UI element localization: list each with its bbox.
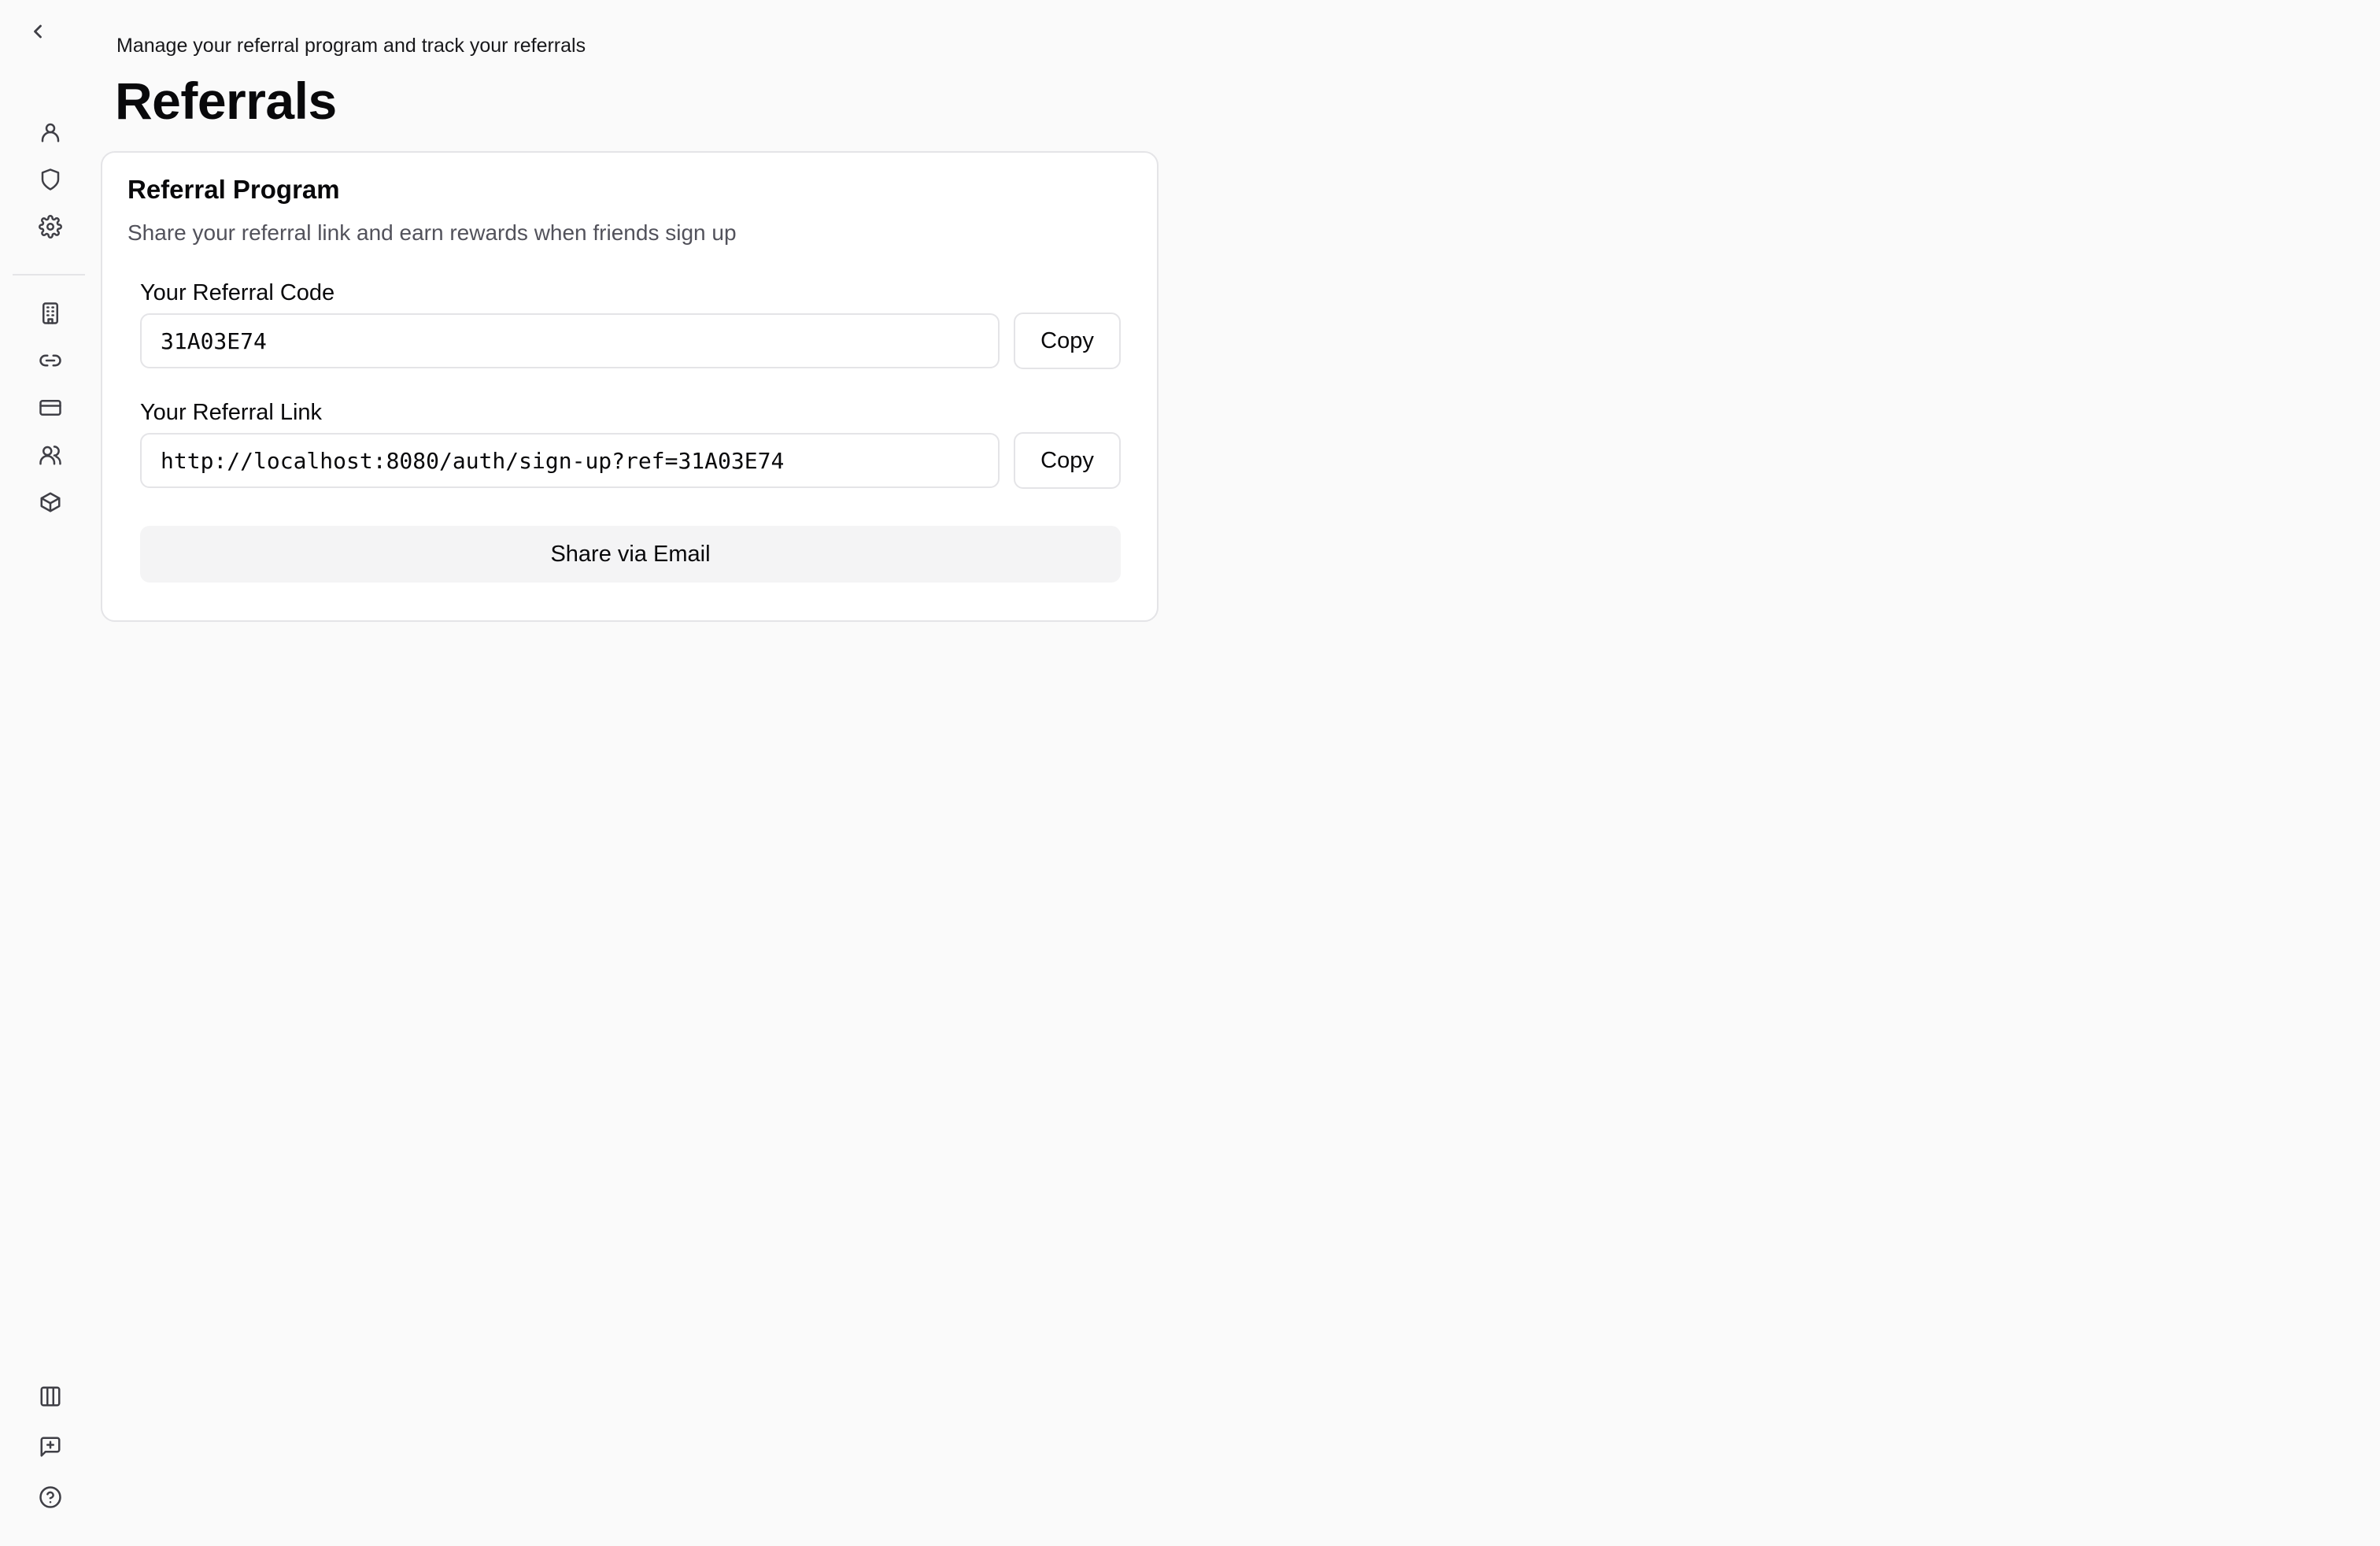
user-icon <box>41 123 60 142</box>
page-title: Referrals <box>115 72 337 130</box>
sidebar-item-security[interactable] <box>28 157 72 202</box>
referral-code-label: Your Referral Code <box>140 280 335 305</box>
sidebar-item-feedback[interactable] <box>28 1425 72 1469</box>
referral-code-input[interactable]: 31A03E74 <box>140 313 1000 368</box>
users-icon <box>39 446 61 465</box>
page-subtitle: Manage your referral program and track y… <box>116 35 586 57</box>
credit-card-icon <box>39 400 61 416</box>
share-via-email-button[interactable]: Share via Email <box>140 526 1121 583</box>
building-icon <box>42 302 58 324</box>
copy-link-button[interactable]: Copy <box>1014 432 1121 489</box>
sidebar-item-profile[interactable] <box>28 110 72 154</box>
message-plus-icon <box>40 1437 61 1457</box>
help-circle-icon <box>39 1486 61 1508</box>
back-button[interactable] <box>16 9 60 54</box>
sidebar-item-referrals[interactable] <box>28 338 72 383</box>
gear-icon <box>39 215 62 239</box>
sidebar-item-help[interactable] <box>28 1475 72 1519</box>
card-title: Referral Program <box>128 175 340 204</box>
sidebar-item-layout[interactable] <box>28 1374 72 1418</box>
shield-icon <box>41 168 60 190</box>
link-icon <box>39 354 61 367</box>
package-icon <box>40 492 61 512</box>
referral-link-input[interactable]: http://localhost:8080/auth/sign-up?ref=3… <box>140 433 1000 488</box>
referral-link-label: Your Referral Link <box>140 400 323 425</box>
card-description: Share your referral link and earn reward… <box>128 220 737 245</box>
sidebar-divider <box>13 274 85 276</box>
sidebar-item-team[interactable] <box>28 433 72 477</box>
sidebar-item-integrations[interactable] <box>28 480 72 524</box>
sidebar <box>0 0 94 1546</box>
copy-code-button[interactable]: Copy <box>1014 313 1121 369</box>
chevron-left-icon <box>34 24 42 39</box>
sidebar-item-organization[interactable] <box>28 291 72 335</box>
sidebar-item-billing[interactable] <box>28 386 72 430</box>
sidebar-item-settings[interactable] <box>28 205 72 249</box>
referral-program-card: Referral Program Share your referral lin… <box>101 151 1159 622</box>
columns-icon <box>40 1386 61 1407</box>
